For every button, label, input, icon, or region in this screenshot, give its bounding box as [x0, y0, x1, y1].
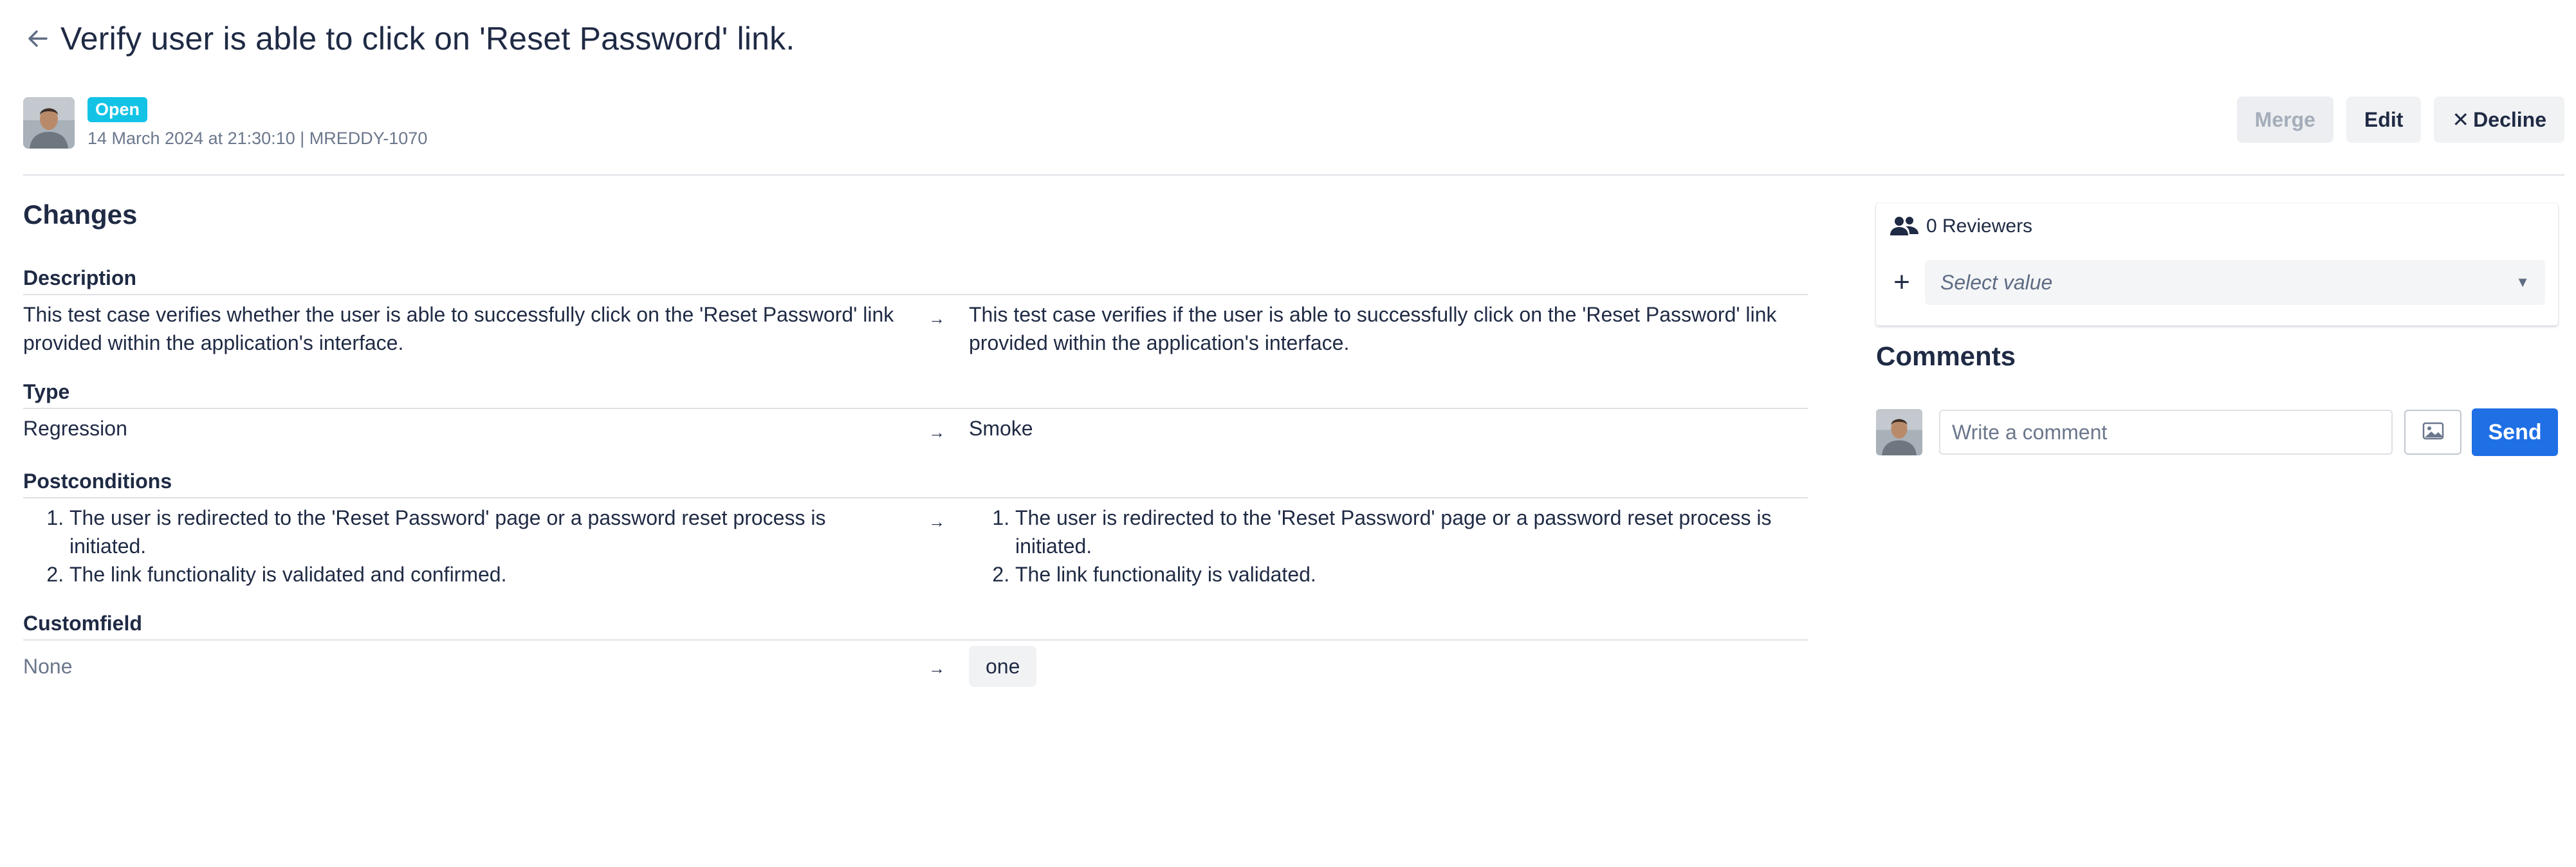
custom-value-chip: one — [969, 646, 1037, 687]
merge-button[interactable]: Merge — [2236, 96, 2333, 143]
arrow-right-icon: → — [928, 309, 945, 328]
avatar — [23, 97, 75, 149]
close-icon: ✕ — [2452, 108, 2470, 131]
arrow-right-icon: → — [928, 659, 945, 678]
page-title: Verify user is able to click on 'Reset P… — [60, 21, 795, 57]
title-row: Verify user is able to click on 'Reset P… — [23, 14, 795, 63]
list-item: The user is redirected to the 'Reset Pas… — [69, 504, 905, 560]
reviewer-select[interactable]: Select value ▼ — [1925, 260, 2545, 305]
image-upload-button[interactable] — [2404, 410, 2462, 455]
comment-composer: Send — [1876, 408, 2558, 457]
decline-button[interactable]: ✕ Decline — [2434, 96, 2564, 143]
meta-line: 14 March 2024 at 21:30:10 | MREDDY-1070 — [87, 129, 428, 148]
field-old-value: Regression — [23, 417, 127, 440]
field-new-value: The user is redirected to the 'Reset Pas… — [969, 504, 1805, 589]
field-label: Postconditions — [23, 470, 1808, 498]
reviewer-select-row: + Select value ▼ — [1889, 260, 2545, 305]
postconditions-old-list: The user is redirected to the 'Reset Pas… — [23, 504, 905, 589]
send-button[interactable]: Send — [2472, 408, 2558, 456]
field-old-value: This test case verifies whether the user… — [23, 303, 894, 354]
field-old-value: None — [23, 655, 73, 678]
field-diff-row: None → one — [23, 646, 1808, 687]
field-new-value: This test case verifies if the user is a… — [969, 303, 1777, 354]
reviewers-count: 0 Reviewers — [1926, 215, 2033, 237]
status-badge: Open — [87, 97, 148, 122]
reviewers-panel: 0 Reviewers + Select value ▼ — [1876, 203, 2558, 325]
list-item: The user is redirected to the 'Reset Pas… — [1015, 504, 1805, 560]
action-buttons: Merge Edit ✕ Decline — [2236, 96, 2564, 143]
field-label: Customfield — [23, 612, 1808, 641]
plus-icon[interactable]: + — [1889, 268, 1915, 297]
list-item: The link functionality is validated and … — [69, 560, 905, 589]
edit-button[interactable]: Edit — [2346, 96, 2422, 143]
field-old-value: The user is redirected to the 'Reset Pas… — [23, 504, 905, 589]
postconditions-new-list: The user is redirected to the 'Reset Pas… — [969, 504, 1805, 589]
avatar — [1876, 409, 1922, 455]
users-icon — [1889, 215, 1920, 238]
meta-row: Open 14 March 2024 at 21:30:10 | MREDDY-… — [23, 95, 427, 151]
chevron-down-icon: ▼ — [2516, 274, 2530, 290]
divider — [23, 174, 2564, 176]
field-new-value: Smoke — [969, 417, 1033, 440]
field-diff-row: This test case verifies whether the user… — [23, 300, 1808, 357]
image-icon — [2422, 422, 2444, 443]
field-label: Type — [23, 380, 1808, 409]
comment-input[interactable] — [1939, 410, 2393, 455]
field-description: Description This test case verifies whet… — [23, 266, 1808, 357]
field-type: Type Regression → Smoke — [23, 380, 1808, 446]
decline-label: Decline — [2473, 107, 2546, 131]
field-diff-row: The user is redirected to the 'Reset Pas… — [23, 504, 1808, 589]
select-placeholder: Select value — [1940, 270, 2053, 294]
pull-request-page: Verify user is able to click on 'Reset P… — [23, 0, 2564, 867]
arrow-right-icon: → — [928, 423, 945, 442]
arrow-right-icon: → — [928, 512, 945, 531]
field-customfield: Customfield None → one — [23, 612, 1808, 687]
comments-title: Comments — [1876, 341, 2016, 371]
field-new-value: one — [969, 646, 1805, 687]
list-item: The link functionality is validated. — [1015, 560, 1805, 589]
changes-section: Changes Description This test case verif… — [23, 199, 1808, 710]
back-arrow-icon[interactable] — [23, 24, 51, 53]
field-postconditions: Postconditions The user is redirected to… — [23, 470, 1808, 589]
changes-title: Changes — [23, 199, 138, 230]
meta-text: Open 14 March 2024 at 21:30:10 | MREDDY-… — [87, 97, 427, 149]
field-label: Description — [23, 266, 1808, 295]
field-diff-row: Regression → Smoke — [23, 414, 1808, 446]
reviewers-header: 0 Reviewers — [1889, 215, 2032, 238]
